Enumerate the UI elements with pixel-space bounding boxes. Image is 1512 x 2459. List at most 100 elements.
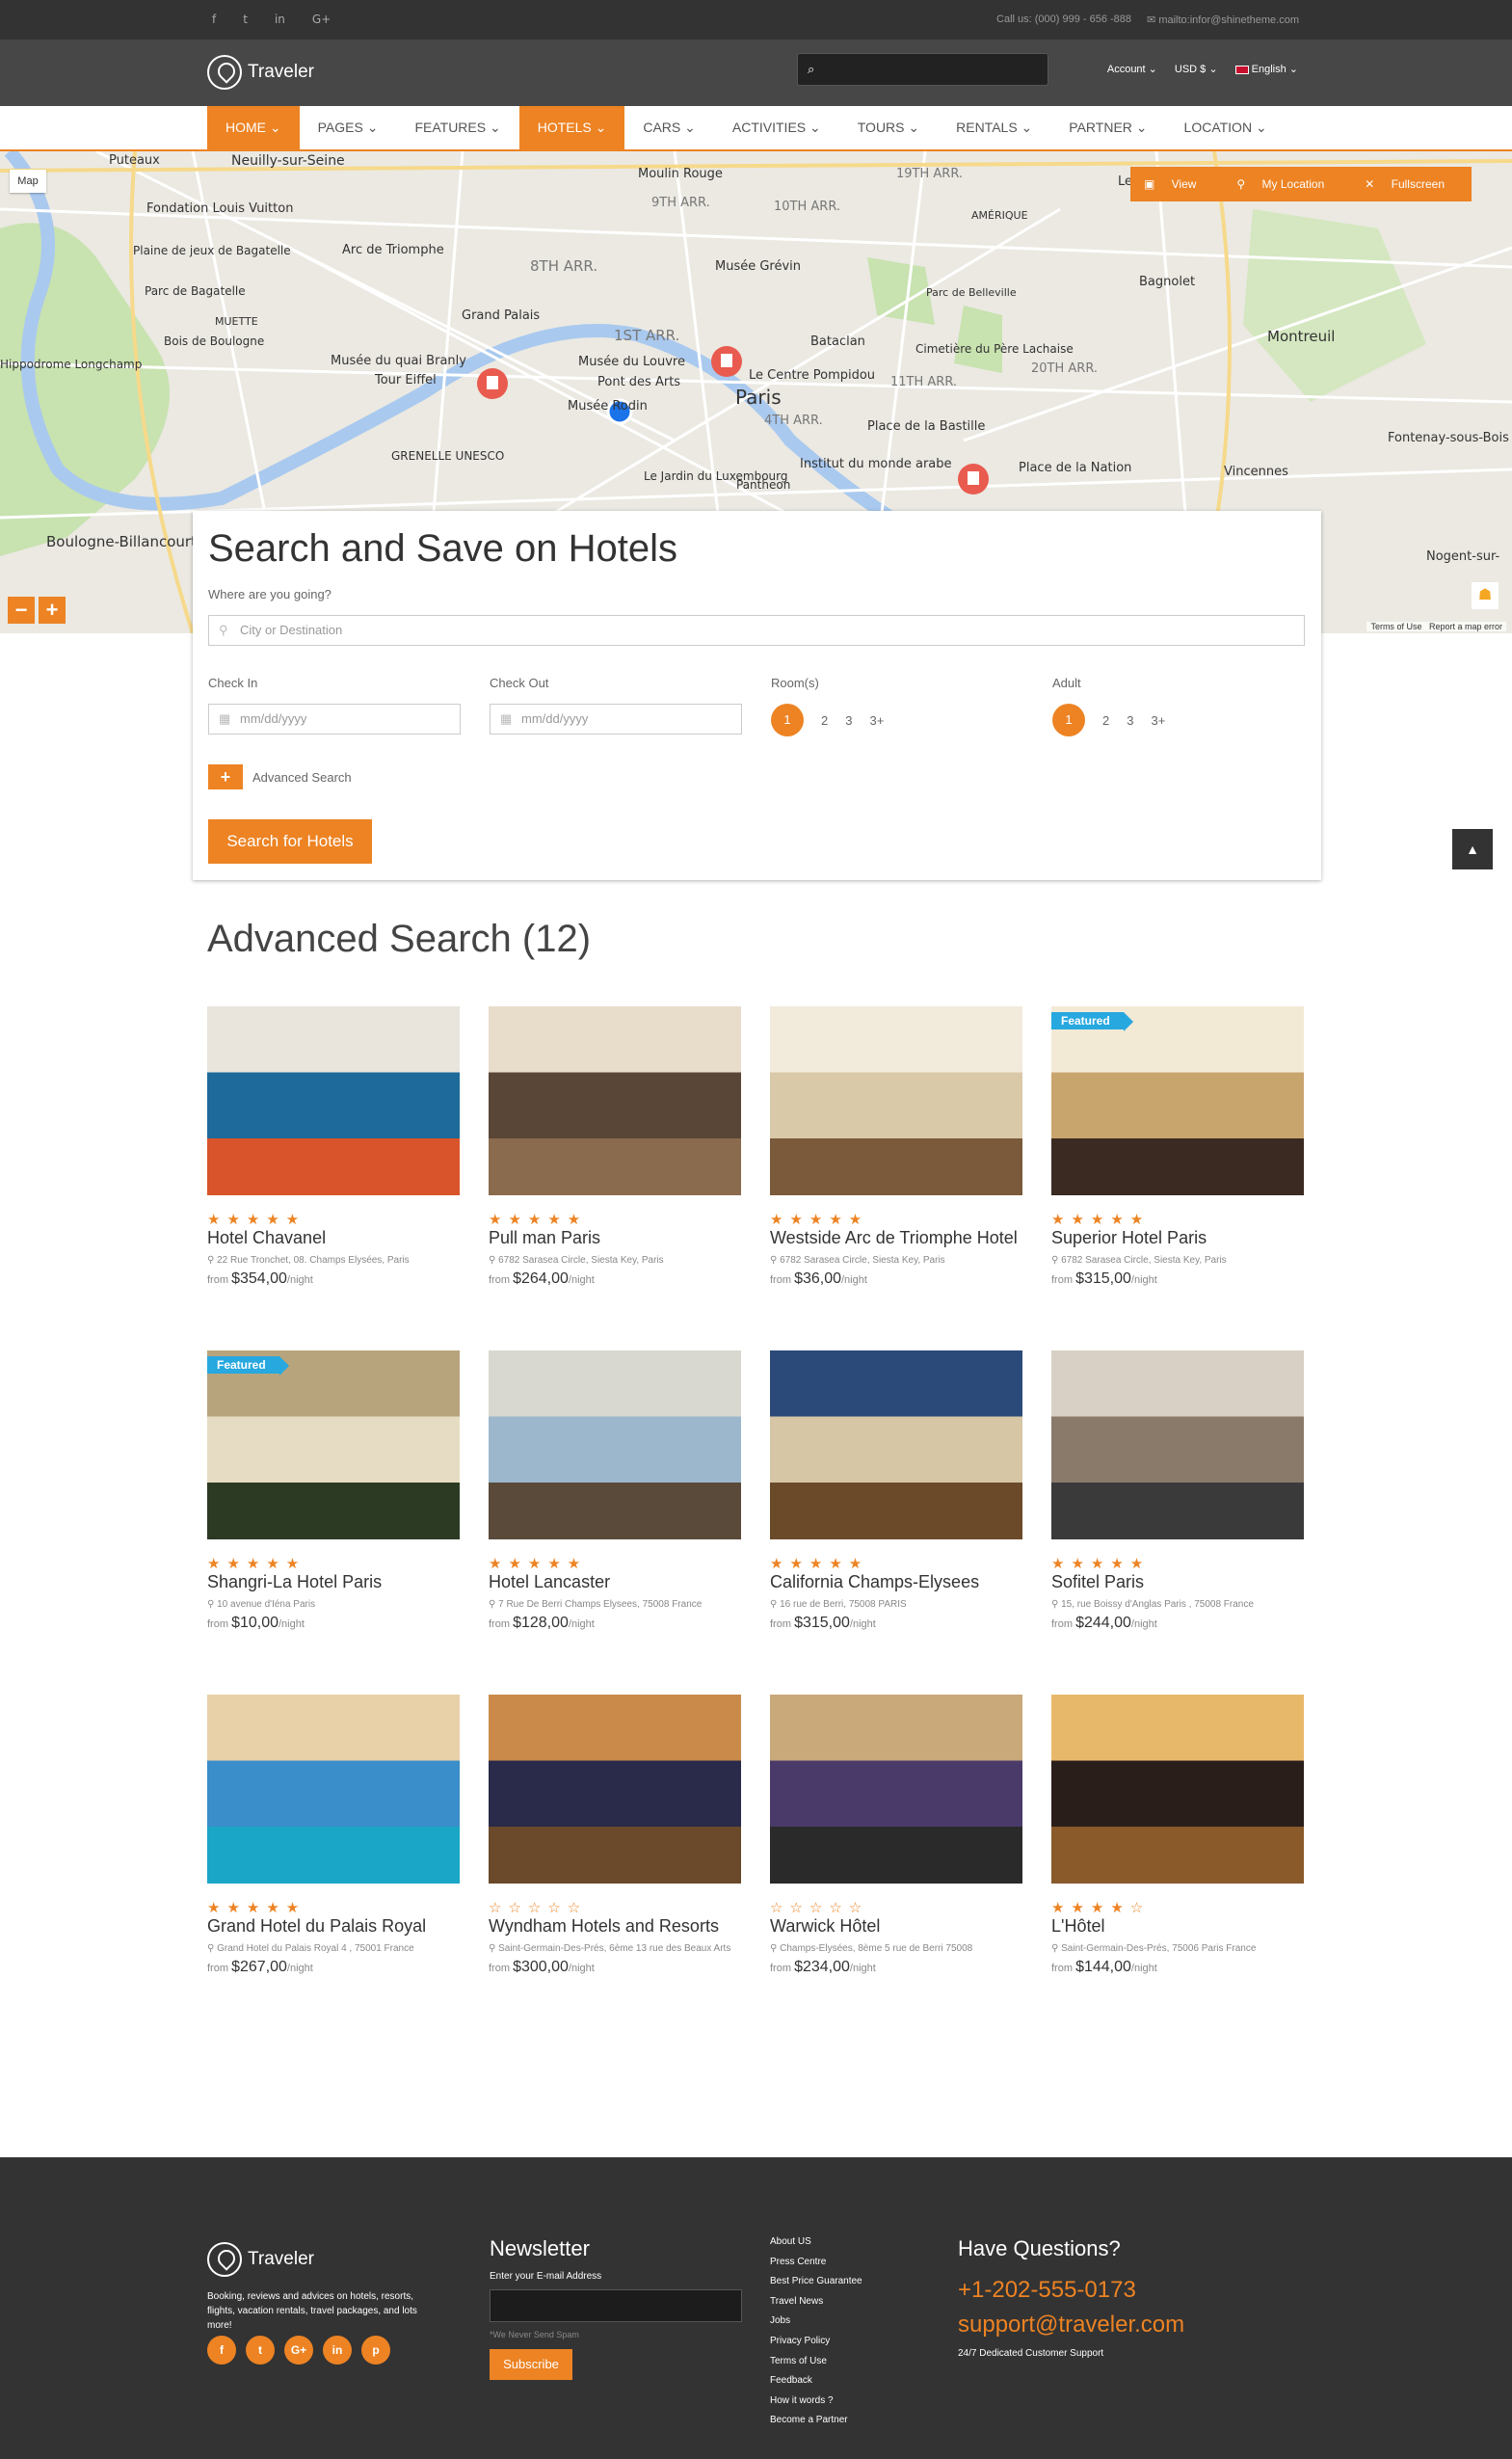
- hotel-name[interactable]: Wyndham Hotels and Resorts: [489, 1916, 741, 1937]
- hotel-name[interactable]: Hotel Chavanel: [207, 1228, 460, 1248]
- hotel-card[interactable]: ★★★★★ Hotel Chavanel ⚲ 22 Rue Tronchet, 08…: [207, 1006, 460, 1288]
- hotel-name[interactable]: Grand Hotel du Palais Royal: [207, 1916, 460, 1937]
- destination-input[interactable]: ⚲ City or Destination: [208, 615, 1305, 646]
- my-location-button[interactable]: ⚲ My Location: [1223, 167, 1351, 201]
- footer-link[interactable]: Terms of Use: [770, 2356, 862, 2376]
- footer-logo[interactable]: Traveler: [207, 2242, 314, 2277]
- footer-link[interactable]: Travel News: [770, 2296, 862, 2316]
- footer-link[interactable]: About US: [770, 2236, 862, 2257]
- email-link[interactable]: ✉ mailto:infor@shinetheme.com: [1147, 13, 1299, 26]
- subscribe-button[interactable]: Subscribe: [490, 2349, 572, 2380]
- advanced-search-toggle[interactable]: + Advanced Search: [208, 764, 352, 789]
- footer-link[interactable]: Privacy Policy: [770, 2336, 862, 2356]
- hotel-image[interactable]: [1051, 1350, 1304, 1539]
- hotel-card[interactable]: Featured ★★★★★ Shangri-La Hotel Paris ⚲ 10 …: [207, 1350, 460, 1632]
- hotel-image[interactable]: [489, 1695, 741, 1884]
- linkedin-icon[interactable]: in: [323, 2336, 352, 2365]
- rooms-option-1[interactable]: 1: [771, 704, 804, 736]
- hotel-card[interactable]: ★★★★★ Westside Arc de Triomphe Hotel ⚲ 678…: [770, 1006, 1022, 1288]
- adult-option-2[interactable]: 2: [1102, 713, 1109, 728]
- hotel-name[interactable]: Superior Hotel Paris: [1051, 1228, 1304, 1248]
- facebook-icon[interactable]: f: [212, 13, 216, 26]
- twitter-icon[interactable]: t: [243, 13, 248, 26]
- nav-home[interactable]: HOME ⌄: [207, 106, 300, 149]
- hotel-image[interactable]: [489, 1006, 741, 1195]
- support-email[interactable]: support@traveler.com: [958, 2312, 1184, 2339]
- zoom-out-button[interactable]: −: [8, 597, 35, 624]
- google-plus-icon[interactable]: G+: [284, 2336, 313, 2365]
- hotel-image[interactable]: Featured: [207, 1350, 460, 1539]
- view-button[interactable]: ▣ View: [1130, 167, 1223, 201]
- twitter-icon[interactable]: t: [246, 2336, 275, 2365]
- footer-link[interactable]: Feedback: [770, 2375, 862, 2395]
- nav-hotels[interactable]: HOTELS ⌄: [518, 106, 625, 149]
- rooms-option-2[interactable]: 2: [821, 713, 828, 728]
- hotel-image[interactable]: [770, 1350, 1022, 1539]
- hotel-card[interactable]: ☆☆☆☆☆ Wyndham Hotels and Resorts ⚲ Saint-G…: [489, 1695, 741, 1976]
- hotel-image[interactable]: Featured: [1051, 1006, 1304, 1195]
- rooms-option-3[interactable]: 3: [845, 713, 852, 728]
- hotel-card[interactable]: ★★★★★ Grand Hotel du Palais Royal ⚲ Grand …: [207, 1695, 460, 1976]
- hotel-name[interactable]: Shangri-La Hotel Paris: [207, 1572, 460, 1592]
- nav-tours[interactable]: TOURS ⌄: [839, 106, 938, 149]
- hotel-image[interactable]: [770, 1006, 1022, 1195]
- hotel-image[interactable]: [1051, 1695, 1304, 1884]
- zoom-in-button[interactable]: +: [39, 597, 66, 624]
- nav-cars[interactable]: CARS ⌄: [624, 106, 714, 149]
- hotel-card[interactable]: ☆☆☆☆☆ Warwick Hôtel ⚲ Champs-Elysées, 8ème…: [770, 1695, 1022, 1976]
- fullscreen-button[interactable]: ✕ Fullscreen: [1351, 167, 1472, 201]
- linkedin-icon[interactable]: in: [275, 13, 285, 26]
- hotel-name[interactable]: L'Hôtel: [1051, 1916, 1304, 1937]
- account-dropdown[interactable]: Account ⌄: [1107, 63, 1157, 75]
- hotel-card[interactable]: Featured ★★★★★ Superior Hotel Paris ⚲ 6782 …: [1051, 1006, 1304, 1288]
- nav-rentals[interactable]: RENTALS ⌄: [938, 106, 1050, 149]
- nav-activities[interactable]: ACTIVITIES ⌄: [714, 106, 839, 149]
- logo[interactable]: Traveler: [207, 55, 314, 90]
- support-phone[interactable]: +1-202-555-0173: [958, 2277, 1184, 2304]
- footer-link[interactable]: Become a Partner: [770, 2415, 862, 2435]
- map-type-button[interactable]: Map: [10, 170, 46, 193]
- hotel-name[interactable]: Sofitel Paris: [1051, 1572, 1304, 1592]
- hotel-name[interactable]: Pull man Paris: [489, 1228, 741, 1248]
- hotel-name[interactable]: California Champs-Elysees: [770, 1572, 1022, 1592]
- adult-option-3[interactable]: 3: [1127, 713, 1133, 728]
- hotel-image[interactable]: [770, 1695, 1022, 1884]
- search-hotels-button[interactable]: Search for Hotels: [208, 819, 372, 864]
- newsletter-email-input[interactable]: [490, 2289, 742, 2322]
- hotel-name[interactable]: Westside Arc de Triomphe Hotel: [770, 1228, 1022, 1248]
- pegman-icon[interactable]: ☗: [1472, 582, 1499, 609]
- checkin-input[interactable]: ▦ mm/dd/yyyy: [208, 704, 461, 735]
- footer-link[interactable]: Press Centre: [770, 2257, 862, 2277]
- hotel-card[interactable]: ★★★★☆ L'Hôtel ⚲ Saint-Germain-Des-Prés, 75…: [1051, 1695, 1304, 1976]
- adult-option-1[interactable]: 1: [1052, 704, 1085, 736]
- facebook-icon[interactable]: f: [207, 2336, 236, 2365]
- footer-link[interactable]: Best Price Guarantee: [770, 2276, 862, 2296]
- terms-link[interactable]: Terms of Use: [1370, 622, 1421, 631]
- rooms-option-3plus[interactable]: 3+: [869, 713, 884, 728]
- hotel-card[interactable]: ★★★★★ California Champs-Elysees ⚲ 16 rue d…: [770, 1350, 1022, 1632]
- hotel-card[interactable]: ★★★★★ Sofitel Paris ⚲ 15, rue Boissy d'Ang…: [1051, 1350, 1304, 1632]
- back-to-top-button[interactable]: ▲: [1452, 829, 1493, 869]
- nav-location[interactable]: LOCATION ⌄: [1166, 106, 1286, 149]
- hotel-card[interactable]: ★★★★★ Pull man Paris ⚲ 6782 Sarasea Circle…: [489, 1006, 741, 1288]
- nav-partner[interactable]: PARTNER ⌄: [1050, 106, 1165, 149]
- nav-pages[interactable]: PAGES ⌄: [300, 106, 397, 149]
- hotel-image[interactable]: [207, 1006, 460, 1195]
- google-plus-icon[interactable]: G+: [312, 13, 331, 26]
- footer-link[interactable]: Jobs: [770, 2315, 862, 2336]
- header-search-input[interactable]: ⌕: [797, 53, 1048, 86]
- pinterest-icon[interactable]: p: [361, 2336, 390, 2365]
- currency-dropdown[interactable]: USD $ ⌄: [1175, 63, 1218, 75]
- nav-features[interactable]: FEATURES ⌄: [396, 106, 518, 149]
- checkout-input[interactable]: ▦ mm/dd/yyyy: [490, 704, 742, 735]
- nav-label: FEATURES: [414, 120, 487, 135]
- language-dropdown[interactable]: English ⌄: [1234, 63, 1298, 75]
- hotel-card[interactable]: ★★★★★ Hotel Lancaster ⚲ 7 Rue De Berri Cha…: [489, 1350, 741, 1632]
- report-error-link[interactable]: Report a map error: [1429, 622, 1502, 631]
- hotel-image[interactable]: [489, 1350, 741, 1539]
- hotel-image[interactable]: [207, 1695, 460, 1884]
- adult-option-3plus[interactable]: 3+: [1151, 713, 1165, 728]
- footer-link[interactable]: How it words ?: [770, 2395, 862, 2416]
- hotel-name[interactable]: Warwick Hôtel: [770, 1916, 1022, 1937]
- hotel-name[interactable]: Hotel Lancaster: [489, 1572, 741, 1592]
